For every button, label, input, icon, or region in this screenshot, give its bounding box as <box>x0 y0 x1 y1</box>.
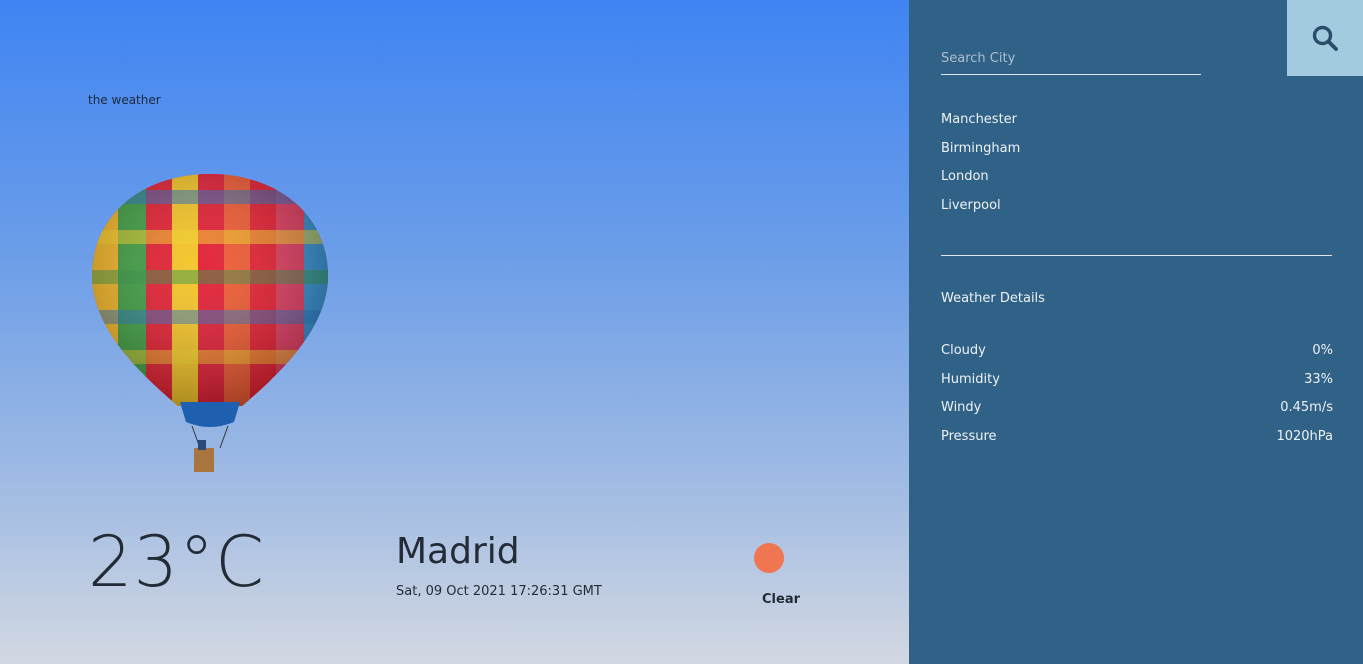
detail-row-windy: Windy 0.45m/s <box>941 399 1333 428</box>
weather-main: the weather 23°C Madrid Sat, 09 Oct 2021… <box>0 0 909 664</box>
city-item-birmingham[interactable]: Birmingham <box>941 140 1020 169</box>
detail-value: 0% <box>1312 343 1333 358</box>
city-item-manchester[interactable]: Manchester <box>941 111 1020 140</box>
weather-details-list: Cloudy 0% Humidity 33% Windy 0.45m/s Pre… <box>941 342 1333 456</box>
detail-label: Windy <box>941 400 982 415</box>
detail-label: Pressure <box>941 428 997 444</box>
hot-air-balloon-image <box>92 174 328 472</box>
divider <box>941 255 1332 256</box>
detail-label: Cloudy <box>941 343 986 358</box>
city-name: Madrid <box>396 531 520 572</box>
detail-value: 33% <box>1304 371 1333 387</box>
condition-label: Clear <box>762 592 800 607</box>
search-icon <box>1312 25 1338 51</box>
detail-value: 0.45m/s <box>1280 400 1333 415</box>
sidebar-panel: Manchester Birmingham London Liverpool W… <box>909 0 1363 664</box>
city-item-london[interactable]: London <box>941 168 1020 197</box>
temperature-value: 23°C <box>88 521 265 603</box>
search-input[interactable] <box>941 42 1201 75</box>
weather-details-title: Weather Details <box>941 291 1045 306</box>
recent-cities-list: Manchester Birmingham London Liverpool <box>941 111 1020 225</box>
sun-icon <box>754 543 784 573</box>
detail-row-cloudy: Cloudy 0% <box>941 342 1333 371</box>
current-datetime: Sat, 09 Oct 2021 17:26:31 GMT <box>396 584 602 599</box>
brand-label: the weather <box>88 93 161 107</box>
search-button[interactable] <box>1287 0 1363 76</box>
detail-row-pressure: Pressure 1020hPa <box>941 428 1333 457</box>
detail-label: Humidity <box>941 371 1000 387</box>
detail-row-humidity: Humidity 33% <box>941 371 1333 400</box>
detail-value: 1020hPa <box>1276 428 1333 444</box>
city-item-liverpool[interactable]: Liverpool <box>941 197 1020 226</box>
